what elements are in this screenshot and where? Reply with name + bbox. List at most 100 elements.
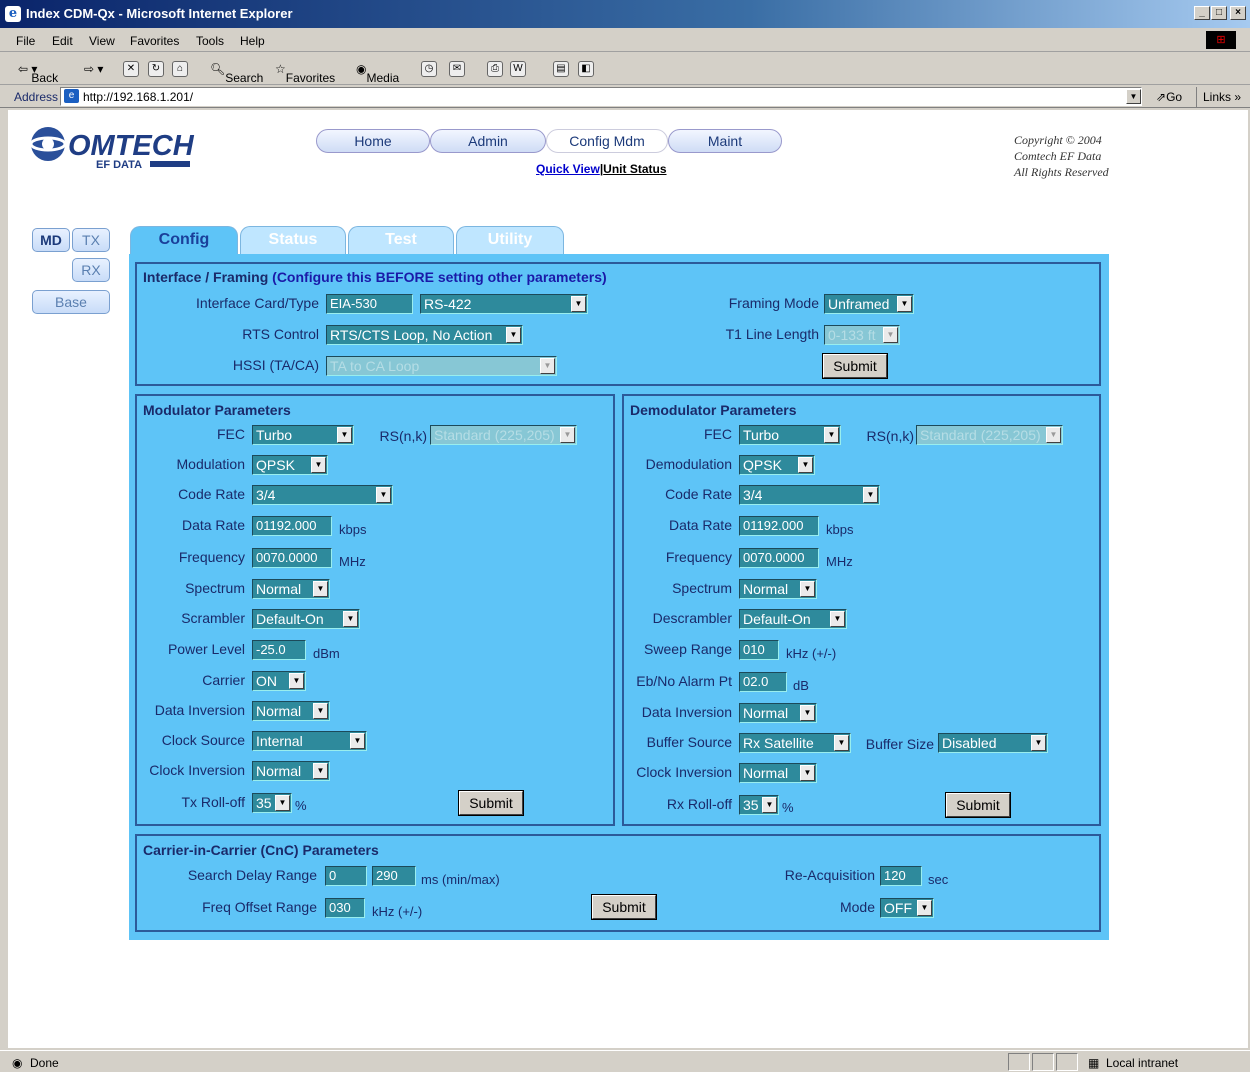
mod-data-rate-input[interactable]: 01192.000 xyxy=(252,516,332,536)
cnc-mode-value: OFF xyxy=(884,900,912,916)
demod-rs-label: RS(n,k) xyxy=(866,428,914,444)
messenger-icon[interactable]: ◧ xyxy=(578,61,594,77)
forward-button[interactable]: ⇨ ▾ xyxy=(84,62,103,76)
rts-control-select[interactable]: RTS/CTS Loop, No Action ▼ xyxy=(326,325,523,345)
demod-demodulation-select[interactable]: QPSK ▼ xyxy=(739,455,815,475)
demod-code-rate-select[interactable]: 3/4 ▼ xyxy=(739,485,880,505)
cnc-reacq-input[interactable]: 120 xyxy=(880,866,922,886)
history-icon[interactable]: ◷ xyxy=(421,61,437,77)
framing-mode-select[interactable]: Unframed ▼ xyxy=(824,294,914,314)
nav-maint[interactable]: Maint xyxy=(668,129,782,153)
back-button[interactable]: ⇦ Back ▾ xyxy=(18,62,58,85)
favorites-button[interactable]: ☆ Favorites xyxy=(275,62,335,85)
home-icon[interactable]: ⌂ xyxy=(172,61,188,77)
refresh-icon[interactable]: ↻ xyxy=(148,61,164,77)
cnc-submit-button[interactable]: Submit xyxy=(591,894,657,920)
mod-fec-label: FEC xyxy=(217,426,245,442)
mod-carrier-select[interactable]: ON ▼ xyxy=(252,671,306,691)
media-button[interactable]: ◉ Media xyxy=(356,62,399,85)
mod-frequency-input[interactable]: 0070.0000 xyxy=(252,548,332,568)
maximize-button[interactable]: □ xyxy=(1211,6,1227,20)
demod-clock-inversion-select[interactable]: Normal ▼ xyxy=(739,763,817,783)
copyright: Copyright © 2004 Comtech EF Data All Rig… xyxy=(1014,132,1109,180)
demod-data-rate-input[interactable]: 01192.000 xyxy=(739,516,819,536)
address-input[interactable]: e http://192.168.1.201/ xyxy=(60,87,1142,106)
stop-icon[interactable]: ✕ xyxy=(123,61,139,77)
demod-buffer-size-select[interactable]: Disabled ▼ xyxy=(938,733,1048,753)
print-icon[interactable]: ⎙ xyxy=(487,61,503,77)
unit-status-link[interactable]: Unit Status xyxy=(603,162,666,176)
search-button[interactable]: 🔍︎ Search xyxy=(210,62,263,85)
cnc-search-max-input[interactable]: 290 xyxy=(372,866,416,886)
demod-fec-select[interactable]: Turbo ▼ xyxy=(739,425,841,445)
mod-inversion-select[interactable]: Normal ▼ xyxy=(252,701,330,721)
demod-spectrum-value: Normal xyxy=(743,581,789,597)
mod-spectrum-value: Normal xyxy=(256,581,302,597)
tab-status[interactable]: Status xyxy=(240,226,346,254)
mod-clock-inversion-select[interactable]: Normal ▼ xyxy=(252,761,330,781)
ie-icon: e xyxy=(5,6,21,22)
cnc-mode-select[interactable]: OFF ▼ xyxy=(880,898,934,918)
mod-rolloff-select[interactable]: 35 ▼ xyxy=(252,793,292,813)
edit-icon[interactable]: W xyxy=(510,61,526,77)
quick-view-link[interactable]: Quick View xyxy=(536,162,600,176)
mod-power-input[interactable]: -25.0 xyxy=(252,640,306,660)
cnc-search-min-input[interactable]: 0 xyxy=(325,866,367,886)
go-button[interactable]: ⇗Go xyxy=(1156,90,1182,104)
demod-ebno-unit: dB xyxy=(793,678,809,693)
demod-buffer-source-select[interactable]: Rx Satellite ▼ xyxy=(739,733,851,753)
demod-frequency-input[interactable]: 0070.0000 xyxy=(739,548,819,568)
side-md[interactable]: MD xyxy=(32,228,70,252)
nav-config-mdm[interactable]: Config Mdm xyxy=(546,129,668,153)
menu-help[interactable]: Help xyxy=(240,34,265,48)
modulator-section: Modulator Parameters FEC Turbo ▼ RS(n,k) … xyxy=(135,394,615,826)
chevron-down-icon: ▼ xyxy=(800,705,815,721)
demod-rolloff-value: 35 xyxy=(743,797,759,813)
mod-scrambler-select[interactable]: Default-On ▼ xyxy=(252,609,360,629)
t1-length-label: T1 Line Length xyxy=(725,326,819,342)
demod-submit-button[interactable]: Submit xyxy=(945,792,1011,818)
mod-clock-source-select[interactable]: Internal ▼ xyxy=(252,731,367,751)
status-cell xyxy=(1032,1053,1054,1071)
mod-code-rate-select[interactable]: 3/4 ▼ xyxy=(252,485,393,505)
demod-inversion-select[interactable]: Normal ▼ xyxy=(739,703,817,723)
cnc-reacq-label: Re-Acquisition xyxy=(784,867,875,883)
discuss-icon[interactable]: ▤ xyxy=(553,61,569,77)
menu-tools[interactable]: Tools xyxy=(196,34,224,48)
nav-admin[interactable]: Admin xyxy=(430,129,546,153)
address-dropdown-icon[interactable]: ▼ xyxy=(1126,89,1141,104)
mod-spectrum-select[interactable]: Normal ▼ xyxy=(252,579,330,599)
mod-submit-button[interactable]: Submit xyxy=(458,790,524,816)
side-rx[interactable]: RX xyxy=(72,258,110,282)
mod-fec-select[interactable]: Turbo ▼ xyxy=(252,425,354,445)
demod-rolloff-select[interactable]: 35 ▼ xyxy=(739,795,779,815)
demod-descrambler-select[interactable]: Default-On ▼ xyxy=(739,609,847,629)
demod-spectrum-select[interactable]: Normal ▼ xyxy=(739,579,817,599)
browser-toolbar: ⇦ Back ▾ ⇨ ▾ ✕ ↻ ⌂ 🔍︎ Search ☆ Favorites ◉… xyxy=(0,53,1250,85)
close-button[interactable]: × xyxy=(1230,6,1246,20)
demod-buffer-source-value: Rx Satellite xyxy=(743,735,814,751)
tab-test[interactable]: Test xyxy=(348,226,454,254)
mail-icon[interactable]: ✉ xyxy=(449,61,465,77)
menu-favorites[interactable]: Favorites xyxy=(130,34,179,48)
interface-type-select[interactable]: RS-422 ▼ xyxy=(420,294,588,314)
demod-ebno-input[interactable]: 02.0 xyxy=(739,672,787,692)
menu-bar: File Edit View Favorites Tools Help ⊞ xyxy=(0,28,1250,52)
menu-file[interactable]: File xyxy=(16,34,35,48)
comtech-logo: OMTECH EF DATA xyxy=(29,127,195,171)
interface-submit-button[interactable]: Submit xyxy=(822,353,888,379)
mod-inversion-value: Normal xyxy=(256,703,302,719)
side-base[interactable]: Base xyxy=(32,290,110,314)
tab-config[interactable]: Config xyxy=(130,226,238,254)
tab-utility[interactable]: Utility xyxy=(456,226,564,254)
interface-card-field: EIA-530 xyxy=(326,294,413,314)
demod-sweep-input[interactable]: 010 xyxy=(739,640,779,660)
nav-home[interactable]: Home xyxy=(316,129,430,153)
side-tx[interactable]: TX xyxy=(72,228,110,252)
cnc-freq-input[interactable]: 030 xyxy=(325,898,365,918)
menu-edit[interactable]: Edit xyxy=(52,34,73,48)
menu-view[interactable]: View xyxy=(89,34,115,48)
links-button[interactable]: Links » xyxy=(1196,87,1247,107)
mod-modulation-select[interactable]: QPSK ▼ xyxy=(252,455,328,475)
minimize-button[interactable]: _ xyxy=(1194,6,1210,20)
